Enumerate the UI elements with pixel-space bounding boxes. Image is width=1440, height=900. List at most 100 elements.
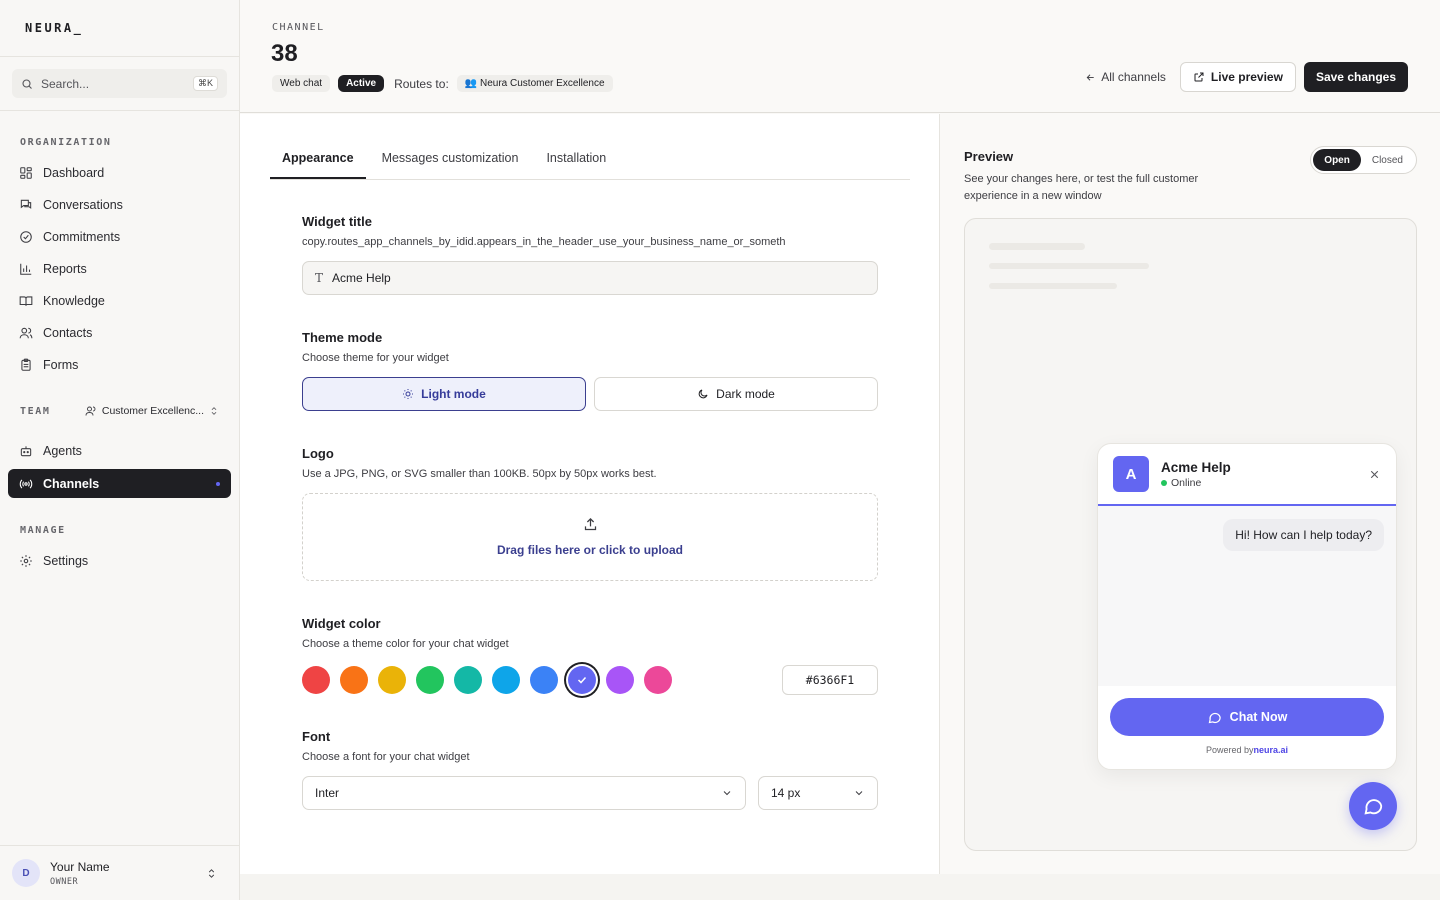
preview-title: Preview — [964, 149, 1014, 164]
user-menu[interactable]: D Your Name OWNER — [0, 845, 239, 900]
avatar: D — [12, 859, 40, 887]
sidebar-item-dashboard[interactable]: Dashboard — [0, 157, 239, 189]
manage-nav: Settings — [0, 545, 239, 577]
sidebar-item-forms[interactable]: Forms — [0, 349, 239, 381]
sidebar-item-label: Dashboard — [43, 166, 105, 180]
logo-upload-dropzone[interactable]: Drag files here or click to upload — [302, 493, 878, 581]
tab-installation[interactable]: Installation — [534, 140, 618, 179]
page-title: 38 — [271, 40, 298, 67]
widget-messages: Hi! How can I help today? — [1098, 506, 1396, 686]
upload-icon — [584, 517, 596, 531]
light-mode-label: Light mode — [421, 387, 486, 401]
widget-launcher-button[interactable] — [1349, 782, 1397, 830]
preview-state-toggle: Open Closed — [1310, 146, 1417, 174]
toggle-open[interactable]: Open — [1313, 149, 1361, 171]
sidebar-item-label: Commitments — [43, 230, 121, 244]
widget-title-field: Widget title copy.routes_app_channels_by… — [302, 214, 878, 295]
font-size-select[interactable]: 14 px — [758, 776, 878, 810]
sidebar-item-settings[interactable]: Settings — [0, 545, 239, 577]
color-swatch[interactable] — [302, 666, 330, 694]
team-row: TEAM Customer Excellenc... — [0, 400, 239, 422]
dark-mode-label: Dark mode — [716, 387, 775, 401]
powered-by-brand[interactable]: neura.ai — [1254, 745, 1289, 755]
sidebar-item-commitments[interactable]: Commitments — [0, 221, 239, 253]
live-preview-button[interactable]: Live preview — [1179, 62, 1296, 92]
color-swatch[interactable] — [340, 666, 368, 694]
page-eyebrow: CHANNEL — [272, 22, 325, 33]
chat-now-button[interactable]: Chat Now — [1110, 698, 1384, 736]
color-swatch[interactable] — [568, 666, 596, 694]
hex-color-input[interactable]: #6366F1 — [782, 665, 878, 695]
save-button[interactable]: Save changes — [1303, 62, 1408, 92]
field-description: Use a JPG, PNG, or SVG smaller than 100K… — [302, 468, 657, 480]
clipboard-icon — [21, 358, 31, 371]
upload-text: Drag files here or click to upload — [496, 543, 684, 557]
all-channels-link[interactable]: All channels — [1079, 70, 1172, 84]
skeleton-line — [989, 243, 1085, 250]
widget-title-input[interactable]: T Acme Help — [302, 261, 878, 295]
sidebar-item-reports[interactable]: Reports — [0, 253, 239, 285]
active-indicator — [216, 481, 220, 486]
page-header: CHANNEL 38 Web chat Active Routes to: 👥 … — [240, 0, 1440, 113]
powered-by-label: Powered by — [1205, 745, 1254, 755]
contacts-icon — [19, 327, 33, 339]
section-label-organization: ORGANIZATION — [20, 137, 112, 148]
check-icon — [577, 676, 587, 684]
field-label: Widget title — [302, 214, 372, 229]
sidebar-item-label: Forms — [43, 358, 79, 372]
powered-by: Powered byneura.ai — [1110, 745, 1384, 755]
search-input[interactable]: Search... ⌘K — [12, 69, 227, 98]
greeting-bubble: Hi! How can I help today? — [1223, 519, 1384, 551]
field-label: Font — [302, 729, 331, 744]
route-team-badge[interactable]: 👥 Neura Customer Excellence — [456, 75, 613, 92]
light-mode-button[interactable]: Light mode — [302, 377, 586, 411]
sidebar-item-conversations[interactable]: Conversations — [0, 189, 239, 221]
font-size-value: 14 px — [771, 786, 801, 800]
dark-mode-button[interactable]: Dark mode — [594, 377, 878, 411]
color-swatch[interactable] — [530, 666, 558, 694]
tab-appearance[interactable]: Appearance — [270, 140, 366, 179]
field-description: Choose theme for your widget — [302, 352, 449, 364]
sidebar-item-channels[interactable]: Channels — [8, 469, 231, 498]
sidebar-item-agents[interactable]: Agents — [0, 435, 239, 467]
skeleton-line — [989, 283, 1117, 289]
skeleton-line — [989, 263, 1149, 269]
color-swatch[interactable] — [378, 666, 406, 694]
close-icon[interactable] — [1368, 468, 1381, 481]
widget-header: A Acme Help Online — [1098, 444, 1396, 506]
color-swatch[interactable] — [492, 666, 520, 694]
user-name: Your Name — [50, 859, 110, 874]
header-actions: All channels Live preview Save changes — [1079, 62, 1408, 92]
bot-icon — [20, 446, 32, 457]
team-selector-label: Customer Excellenc... — [101, 405, 204, 417]
sun-icon — [403, 389, 414, 399]
color-swatch[interactable] — [606, 666, 634, 694]
sidebar-item-contacts[interactable]: Contacts — [0, 317, 239, 349]
logo-field: Logo Use a JPG, PNG, or SVG smaller than… — [302, 446, 878, 581]
channel-meta: Web chat Active Routes to: 👥 Neura Custo… — [272, 75, 613, 92]
external-link-icon — [1194, 72, 1204, 82]
sidebar-item-label: Reports — [43, 262, 87, 276]
preview-frame: A Acme Help Online Hi! How can I help to… — [964, 218, 1417, 851]
sidebar-item-label: Conversations — [43, 198, 123, 212]
widget-status-label: Online — [1171, 476, 1202, 489]
toggle-closed[interactable]: Closed — [1361, 149, 1414, 171]
font-field: Font Choose a font for your chat widget … — [302, 729, 878, 810]
color-swatch[interactable] — [454, 666, 482, 694]
color-swatch[interactable] — [416, 666, 444, 694]
field-description: Choose a font for your chat widget — [302, 751, 470, 763]
section-label-manage: MANAGE — [20, 525, 66, 536]
bottom-strip — [240, 874, 1440, 900]
sidebar-item-knowledge[interactable]: Knowledge — [0, 285, 239, 317]
brand-logo[interactable]: NEURA_ — [0, 0, 239, 57]
search-placeholder: Search... — [41, 76, 90, 91]
team-selector[interactable]: Customer Excellenc... — [85, 405, 219, 417]
tab-messages-customization[interactable]: Messages customization — [370, 140, 531, 179]
arrow-left-icon — [1086, 73, 1094, 81]
font-family-select[interactable]: Inter — [302, 776, 746, 810]
field-description: Choose a theme color for your chat widge… — [302, 638, 509, 650]
color-swatch[interactable] — [644, 666, 672, 694]
theme-options: Light mode Dark mode — [302, 377, 878, 411]
broadcast-icon — [19, 479, 33, 488]
